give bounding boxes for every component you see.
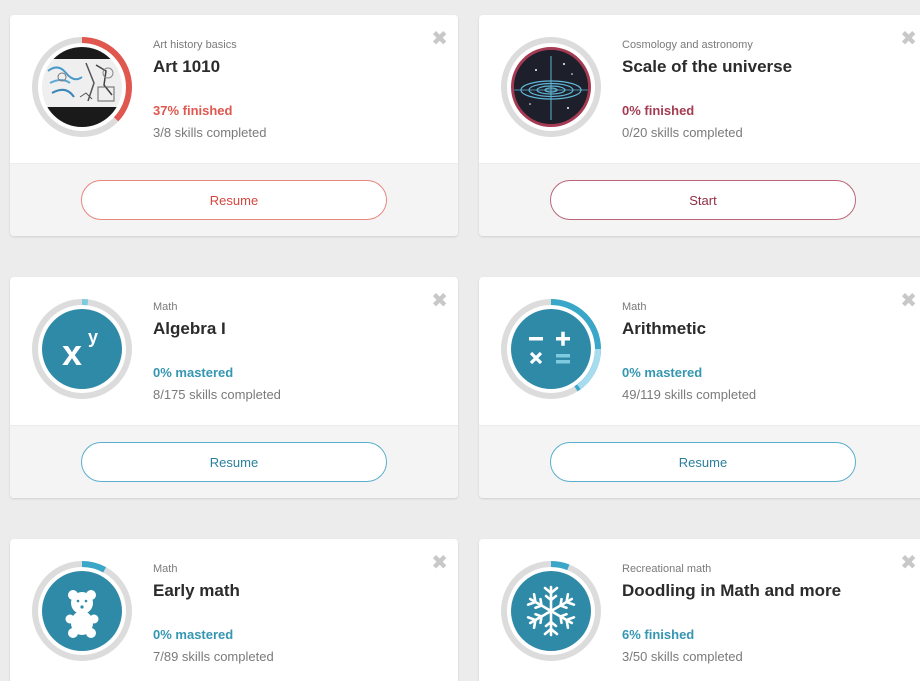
close-icon[interactable]: ✖	[431, 553, 448, 573]
skills-completed: 3/50 skills completed	[622, 649, 743, 664]
course-title[interactable]: Algebra I	[153, 319, 226, 339]
skills-completed: 3/8 skills completed	[153, 125, 267, 140]
svg-text:x: x	[62, 332, 82, 373]
resume-button[interactable]: Resume	[550, 442, 856, 482]
course-subject: Math	[153, 563, 178, 575]
close-icon[interactable]: ✖	[900, 29, 917, 49]
course-progress: 6% finished	[622, 627, 695, 642]
skills-completed: 49/119 skills completed	[622, 387, 757, 402]
course-progress: 0% mastered	[153, 365, 234, 380]
progress-ring	[499, 35, 603, 139]
start-button[interactable]: Start	[550, 180, 856, 220]
course-progress: 37% finished	[153, 103, 233, 118]
course-title[interactable]: Scale of the universe	[622, 57, 792, 77]
teddy-bear-icon	[42, 571, 122, 651]
skills-completed: 8/175 skills completed	[153, 387, 281, 402]
art-sketch-thumbnail	[42, 47, 122, 127]
exponent-icon: x y	[42, 309, 122, 389]
course-title[interactable]: Doodling in Math and more	[622, 581, 841, 601]
close-icon[interactable]: ✖	[431, 291, 448, 311]
course-subject: Math	[153, 301, 178, 313]
course-subject: Math	[622, 301, 647, 313]
progress-ring	[499, 297, 603, 401]
course-progress: 0% mastered	[153, 627, 234, 642]
skills-completed: 0/20 skills completed	[622, 125, 743, 140]
course-card-art-1010: Art history basics Art 1010 37% finished…	[10, 15, 458, 236]
progress-ring	[499, 559, 603, 663]
course-card-doodling-in-math: Recreational math Doodling in Math and m…	[479, 539, 920, 681]
resume-button[interactable]: Resume	[81, 442, 387, 482]
skills-completed: 7/89 skills completed	[153, 649, 274, 664]
course-title[interactable]: Arithmetic	[622, 319, 706, 339]
resume-button[interactable]: Resume	[81, 180, 387, 220]
svg-text:y: y	[88, 327, 98, 347]
progress-ring	[30, 35, 134, 139]
course-card-scale-of-the-universe: Cosmology and astronomy Scale of the uni…	[479, 15, 920, 236]
galaxy-icon	[511, 47, 591, 127]
course-subject: Art history basics	[153, 39, 237, 51]
course-title[interactable]: Art 1010	[153, 57, 220, 77]
close-icon[interactable]: ✖	[431, 29, 448, 49]
course-subject: Recreational math	[622, 563, 712, 575]
progress-ring: x y	[30, 297, 134, 401]
course-card-arithmetic: Math Arithmetic 0% mastered 49/119 skill…	[479, 277, 920, 498]
progress-ring	[30, 559, 134, 663]
course-card-early-math: Math Early math 0% mastered 7/89 skills …	[10, 539, 458, 681]
course-progress: 0% mastered	[622, 365, 703, 380]
course-subject: Cosmology and astronomy	[622, 39, 753, 51]
course-card-algebra-i: x y Math Algebra I 0% mastered 8/175 ski…	[10, 277, 458, 498]
snowflake-icon	[511, 571, 591, 651]
close-icon[interactable]: ✖	[900, 553, 917, 573]
course-progress: 0% finished	[622, 103, 695, 118]
course-title[interactable]: Early math	[153, 581, 240, 601]
close-icon[interactable]: ✖	[900, 291, 917, 311]
arithmetic-operators-icon	[511, 309, 591, 389]
